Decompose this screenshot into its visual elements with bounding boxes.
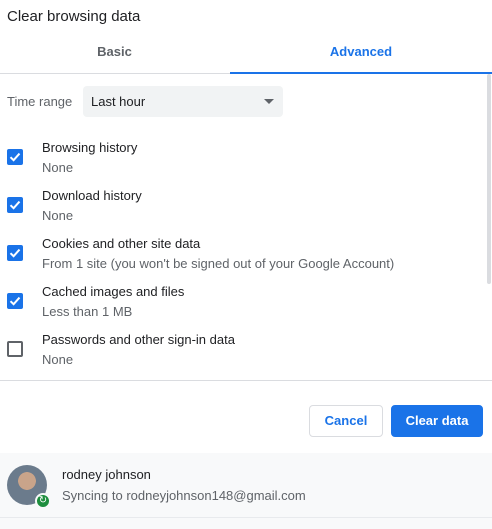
sync-icon: ↻ bbox=[35, 493, 51, 509]
option-subtitle: None bbox=[42, 208, 74, 223]
checkbox-download-history[interactable] bbox=[7, 197, 23, 213]
tab-advanced-label: Advanced bbox=[329, 44, 393, 59]
option-title: Download history bbox=[42, 188, 142, 203]
checkmark-icon bbox=[9, 248, 21, 258]
option-passwords: Passwords and other sign-in data None bbox=[0, 332, 486, 376]
checkmark-icon bbox=[9, 200, 21, 210]
dialog-title: Clear browsing data bbox=[7, 8, 141, 25]
avatar: ↻ bbox=[7, 465, 51, 509]
scrollbar-thumb[interactable] bbox=[487, 74, 491, 284]
chevron-down-icon bbox=[264, 99, 274, 104]
option-subtitle: Less than 1 MB bbox=[42, 304, 133, 319]
time-range-select[interactable]: Last hour bbox=[83, 86, 283, 117]
account-footer: ↻ rodney johnson Syncing to rodneyjohnso… bbox=[0, 453, 492, 529]
checkmark-icon bbox=[9, 296, 21, 306]
divider bbox=[0, 380, 492, 381]
option-subtitle: None bbox=[42, 352, 74, 367]
option-title: Cached images and files bbox=[42, 284, 185, 299]
option-download-history: Download history None bbox=[0, 188, 486, 232]
tab-bar: Basic Advanced bbox=[0, 34, 492, 74]
checkbox-cached-images[interactable] bbox=[7, 293, 23, 309]
option-cookies: Cookies and other site data From 1 site … bbox=[0, 236, 486, 280]
option-title: Browsing history bbox=[42, 140, 138, 155]
scrollbar[interactable] bbox=[486, 74, 492, 380]
account-name: rodney johnson bbox=[62, 467, 151, 482]
clear-data-button[interactable]: Clear data bbox=[391, 405, 483, 437]
checkbox-cookies[interactable] bbox=[7, 245, 23, 261]
option-subtitle: From 1 site (you won't be signed out of … bbox=[42, 256, 395, 271]
cancel-button[interactable]: Cancel bbox=[309, 405, 383, 437]
time-range-label: Time range bbox=[7, 94, 73, 109]
option-title: Cookies and other site data bbox=[42, 236, 201, 251]
option-browsing-history: Browsing history None bbox=[0, 140, 486, 184]
option-subtitle: None bbox=[42, 160, 74, 175]
checkmark-icon bbox=[9, 152, 21, 162]
account-sync-status: Syncing to rodneyjohnson148@gmail.com bbox=[62, 488, 306, 503]
checkbox-passwords[interactable] bbox=[7, 341, 23, 357]
tab-advanced[interactable]: Advanced bbox=[230, 34, 492, 74]
time-range-value: Last hour bbox=[91, 94, 146, 109]
option-cached-images: Cached images and files Less than 1 MB bbox=[0, 284, 486, 328]
option-title: Passwords and other sign-in data bbox=[42, 332, 235, 347]
divider bbox=[0, 517, 492, 518]
tab-basic[interactable]: Basic bbox=[0, 34, 229, 73]
checkbox-browsing-history[interactable] bbox=[7, 149, 23, 165]
